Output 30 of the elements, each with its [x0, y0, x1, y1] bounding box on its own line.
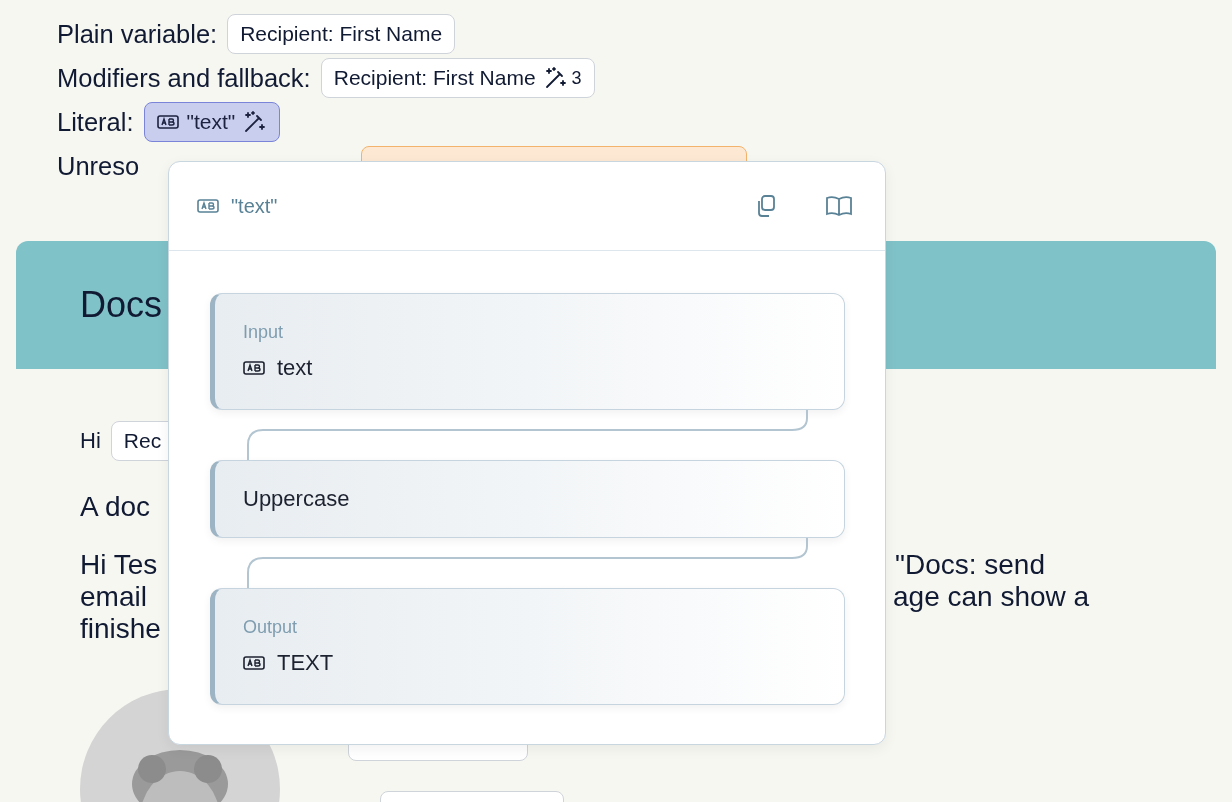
variable-chip[interactable]: Recipient: First Name: [227, 14, 456, 54]
magic-wand-icon: [543, 66, 568, 90]
modifier-count: 3: [571, 67, 582, 89]
variable-chip[interactable]: Recipient: First Name 3: [320, 58, 595, 98]
modifier-name: Uppercase: [243, 486, 351, 512]
paragraph-text: age can show a: [893, 581, 1090, 613]
paragraph-text: "Docs: send: [894, 549, 1045, 581]
copy-icon: [755, 194, 777, 218]
example-label: Plain variable:: [57, 19, 218, 49]
card-title: Docs: [80, 284, 163, 326]
magic-wand-icon: [243, 110, 268, 134]
greeting-text: Hi: [80, 428, 101, 454]
paragraph-text: finishe: [80, 613, 161, 645]
paragraph-text: email: [80, 581, 147, 613]
step-value: text: [277, 355, 313, 381]
text-type-icon: [156, 115, 179, 129]
text-type-icon: [197, 199, 219, 213]
step-label: Input: [243, 322, 285, 343]
step-label: Output: [243, 617, 299, 638]
literal-chip[interactable]: "text": [143, 102, 281, 142]
text-type-icon: [243, 656, 265, 670]
step-value: TEXT: [277, 650, 334, 676]
example-label: Modifiers and fallback:: [57, 63, 311, 93]
text-type-icon: [243, 361, 265, 375]
book-icon: [825, 195, 853, 217]
paragraph-text: Hi Tes: [80, 549, 158, 581]
popover-title: "text": [231, 194, 278, 218]
example-label: Unreso: [57, 151, 140, 181]
example-label: Literal:: [57, 107, 134, 137]
intro-text: A doc: [80, 491, 151, 523]
